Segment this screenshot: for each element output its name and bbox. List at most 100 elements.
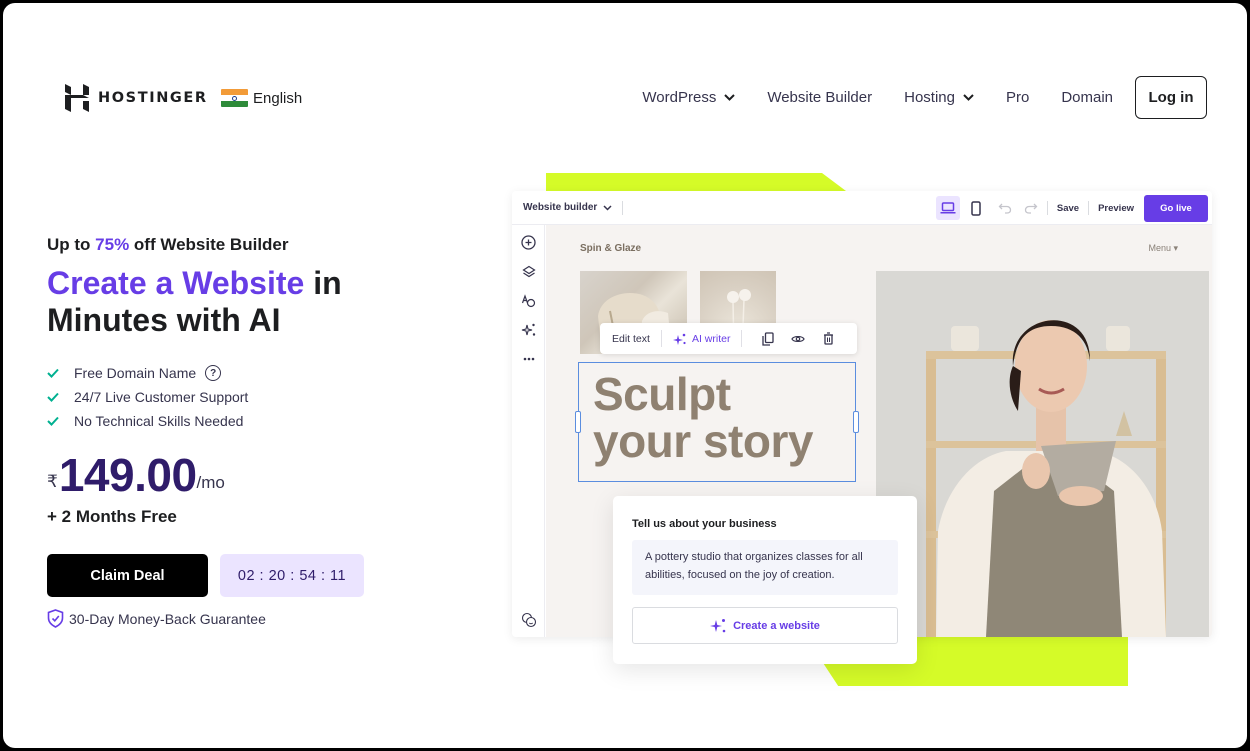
duplicate-icon[interactable] (761, 331, 775, 346)
feature-item: Free Domain Name ? (47, 361, 248, 385)
trash-icon[interactable] (821, 332, 835, 346)
check-icon (47, 416, 59, 426)
nav-website-builder[interactable]: Website Builder (767, 89, 872, 106)
help-question-icon[interactable]: ? (205, 365, 222, 381)
feature-label: 24/7 Live Customer Support (74, 389, 249, 405)
builder-topbar: Website builder Save Preview Go live (512, 191, 1212, 225)
visibility-eye-icon[interactable] (791, 332, 806, 346)
text-edit-toolbar: Edit text AI writer (600, 323, 857, 354)
divider (741, 330, 743, 347)
divider (1046, 201, 1048, 215)
edit-text-label: Edit text (612, 332, 650, 345)
mobile-phone-icon (971, 200, 981, 216)
builder-sidebar (512, 225, 545, 637)
builder-title: Website builder (523, 202, 598, 213)
headline-part-1: in (304, 265, 342, 301)
promo-text: Up to 75% off Website Builder (47, 235, 289, 255)
create-website-button[interactable]: Create a website (632, 607, 898, 644)
site-hero-heading: Sculpt your story (593, 371, 813, 465)
page-frame: HOSTINGER English WordPress Website Buil… (3, 3, 1247, 748)
nav-wordpress-label: WordPress (642, 89, 717, 106)
ai-business-prompt-card: Tell us about your business A pottery st… (613, 496, 917, 664)
nav-website-builder-label: Website Builder (767, 89, 873, 106)
ai-prompt-label: Tell us about your business (632, 518, 777, 530)
shield-check-icon (47, 609, 64, 628)
bonus-text: + 2 Months Free (47, 507, 177, 526)
feature-item: 24/7 Live Customer Support (47, 385, 248, 409)
feature-label: Free Domain Name (74, 365, 197, 381)
resize-handle-right[interactable] (853, 411, 859, 433)
undo-icon[interactable] (998, 201, 1012, 215)
business-description-textarea[interactable]: A pottery studio that organizes classes … (632, 540, 898, 595)
resize-handle-left[interactable] (575, 411, 581, 433)
edit-text-button[interactable]: Edit text (612, 333, 650, 345)
countdown-timer: 02 : 20 : 54 : 11 (220, 554, 364, 597)
nav-domain-label: Domain (1061, 89, 1113, 106)
decorative-lime-stripe-top (546, 173, 846, 191)
promo-suffix: off Website Builder (129, 235, 289, 254)
builder-title-dropdown[interactable]: Website builder (523, 202, 612, 213)
ai-sparkle-icon[interactable] (520, 321, 537, 338)
divider (1088, 201, 1090, 215)
headline-part-2: Minutes with AI (47, 302, 281, 338)
help-support-icon[interactable] (520, 611, 537, 628)
feature-label: No Technical Skills Needed (74, 413, 244, 429)
currency-symbol: ₹ (47, 472, 58, 492)
price-amount: 149.00 (58, 449, 197, 501)
nav-wordpress[interactable]: WordPress (642, 89, 736, 106)
hostinger-logo-icon (65, 84, 89, 112)
hostinger-logo[interactable]: HOSTINGER (65, 84, 208, 112)
desktop-view-button[interactable] (935, 196, 960, 220)
promo-prefix: Up to (47, 235, 96, 254)
headline-accent: Create a Website (47, 265, 305, 301)
ai-writer-label: AI writer (691, 332, 731, 345)
nav-hosting-label: Hosting (904, 89, 955, 106)
language-label: English (253, 89, 303, 107)
hero-heading-line-2: your story (593, 415, 813, 467)
nav-pro-label: Pro (1005, 89, 1030, 106)
nav-domain[interactable]: Domain (1061, 89, 1113, 106)
money-back-guarantee: 30-Day Money-Back Guarantee (47, 609, 266, 628)
claim-deal-button[interactable]: Claim Deal (47, 554, 208, 597)
feature-list: Free Domain Name ? 24/7 Live Customer Su… (47, 361, 248, 433)
add-element-icon[interactable] (520, 234, 537, 251)
language-selector[interactable]: English (221, 89, 302, 107)
feature-item: No Technical Skills Needed (47, 409, 248, 433)
go-live-button[interactable]: Go live (1144, 194, 1208, 222)
login-button[interactable]: Log in (1135, 76, 1207, 119)
ai-sparkle-icon (710, 619, 726, 633)
more-options-icon[interactable] (520, 350, 537, 367)
site-menu[interactable]: Menu ▾ (1148, 243, 1178, 254)
chevron-down-icon (963, 94, 974, 101)
main-nav: WordPress Website Builder Hosting Pro Do… (642, 76, 1207, 119)
ai-writer-button[interactable]: AI writer (672, 332, 731, 346)
brand-name: HOSTINGER (98, 90, 208, 106)
price-period: /mo (196, 473, 225, 492)
laptop-icon (940, 202, 956, 214)
nav-hosting[interactable]: Hosting (904, 89, 974, 106)
selected-text-block[interactable]: Sculpt your story (575, 362, 859, 482)
divider (622, 200, 624, 215)
chevron-down-icon (724, 94, 736, 101)
preview-button[interactable]: Preview (1092, 203, 1140, 214)
hero-heading-line-1: Sculpt (593, 368, 731, 420)
site-name: Spin & Glaze (580, 243, 642, 254)
redo-icon[interactable] (1024, 201, 1038, 215)
create-website-label: Create a website (733, 619, 820, 632)
styles-palette-icon[interactable] (520, 292, 537, 309)
promo-discount: 75% (95, 235, 130, 254)
mobile-view-button[interactable] (964, 196, 988, 220)
potter-photo[interactable] (876, 271, 1209, 637)
hero-headline: Create a Website in Minutes with AI (47, 265, 427, 339)
guarantee-label: 30-Day Money-Back Guarantee (69, 610, 266, 627)
india-flag-icon (221, 89, 248, 107)
layers-icon[interactable] (520, 263, 537, 280)
nav-pro[interactable]: Pro (1006, 89, 1029, 106)
check-icon (47, 368, 59, 378)
chevron-down-icon (603, 204, 612, 211)
builder-actions: Save Preview Go live (935, 194, 1208, 222)
divider (660, 330, 662, 347)
price: ₹ 149.00 /mo (47, 450, 225, 500)
check-icon (47, 392, 59, 402)
save-button[interactable]: Save (1051, 203, 1085, 214)
